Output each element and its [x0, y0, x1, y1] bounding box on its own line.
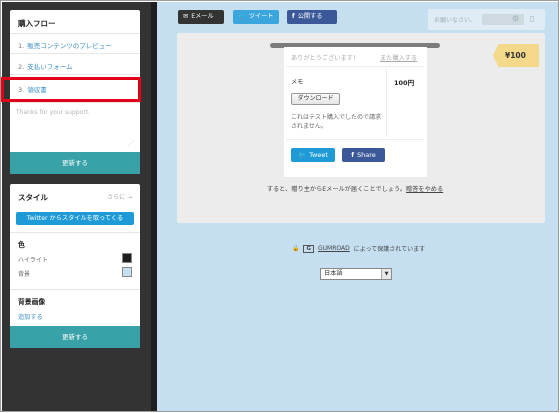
buy-again-link[interactable]: また購入する — [380, 53, 417, 62]
divider — [286, 139, 425, 140]
receipt-share-button[interactable]: f Share — [342, 148, 385, 162]
chevron-down-icon: ▼ — [381, 269, 391, 279]
twitter-style-button[interactable]: Twitter からスタイルを取ってくる — [16, 212, 134, 225]
receipt-tweet-button[interactable]: 🐦 Tweet — [291, 148, 335, 162]
panel-title: スタイル — [18, 193, 48, 202]
divider — [10, 33, 140, 34]
panel-title: 購入フロー — [18, 19, 56, 28]
flow-item-payment-form[interactable]: 2. 支払いフォーム — [18, 61, 73, 71]
background-label: 背景 — [18, 271, 31, 278]
secure-footer: 🔒 G GUMROAD によって保護されています — [292, 244, 426, 253]
flow-item-preview[interactable]: 1. 販売コンテンツのプレビュー — [18, 40, 112, 50]
gift-note: すると、贈り主からEメールが届くことでしょう。贈答をやめる — [266, 186, 444, 193]
update-style-button[interactable]: 更新する — [10, 326, 140, 348]
email-share-button[interactable]: ✉ Eメール — [178, 10, 224, 24]
more-link[interactable]: さらに → — [107, 192, 132, 201]
envelope-icon: ✉ — [183, 13, 189, 20]
gumroad-logo-icon: G — [303, 244, 314, 253]
document-icon[interactable]: ▯ — [530, 14, 534, 23]
price-tag: ¥100 — [493, 44, 539, 67]
divider — [286, 66, 425, 67]
stop-gift-link[interactable]: 贈答をやめる — [406, 186, 443, 193]
selection-highlight — [1, 77, 141, 102]
top-right-bar: お願いなさい、 ⚙ ▯ — [428, 9, 545, 30]
price-value: 100円 — [394, 79, 415, 87]
facebook-icon: f — [351, 151, 355, 159]
test-purchase-note: これはテスト購入でしたので請求されません。 — [291, 114, 382, 130]
lock-icon: 🔒 — [292, 245, 300, 252]
receipt-torn-edge — [284, 172, 427, 177]
facebook-icon: f — [292, 13, 295, 20]
twitter-bird-icon: 🐦 — [238, 13, 246, 20]
highlight-color-swatch[interactable] — [122, 253, 132, 263]
settings-icon[interactable]: ⚙ — [512, 14, 519, 23]
divider — [10, 74, 140, 75]
divider — [10, 232, 140, 233]
style-panel: スタイル さらに → Twitter からスタイルを取ってくる 色 ハイライト … — [10, 184, 140, 348]
add-bg-image-link[interactable]: 追加する — [18, 312, 43, 321]
highlight-label: ハイライト — [18, 257, 48, 264]
divider — [10, 53, 140, 54]
memo-label: メモ — [291, 79, 304, 86]
twitter-bird-icon: 🐦 — [298, 151, 307, 159]
divider — [386, 67, 387, 137]
background-color-swatch[interactable] — [122, 267, 132, 277]
thanks-text: ありがとうございます！ — [291, 55, 360, 62]
facebook-share-button[interactable]: f 公開する — [287, 10, 337, 24]
language-select[interactable]: 日本語 ▼ — [320, 268, 392, 280]
greeting-text: お願いなさい、 — [434, 17, 477, 24]
color-heading: 色 — [18, 241, 25, 249]
gumroad-link[interactable]: GUMROAD — [318, 245, 350, 252]
divider — [10, 289, 140, 290]
tweet-share-button[interactable]: 🐦 ツイート — [233, 10, 279, 24]
download-button[interactable]: ダウンロード — [291, 93, 340, 105]
divider — [10, 102, 140, 103]
bg-image-heading: 背景画像 — [18, 298, 46, 306]
update-button[interactable]: 更新する — [10, 152, 140, 174]
receipt-message-textarea[interactable]: Thanks for your support. — [16, 109, 90, 116]
resize-grip-icon[interactable]: ⋰ — [128, 140, 134, 147]
